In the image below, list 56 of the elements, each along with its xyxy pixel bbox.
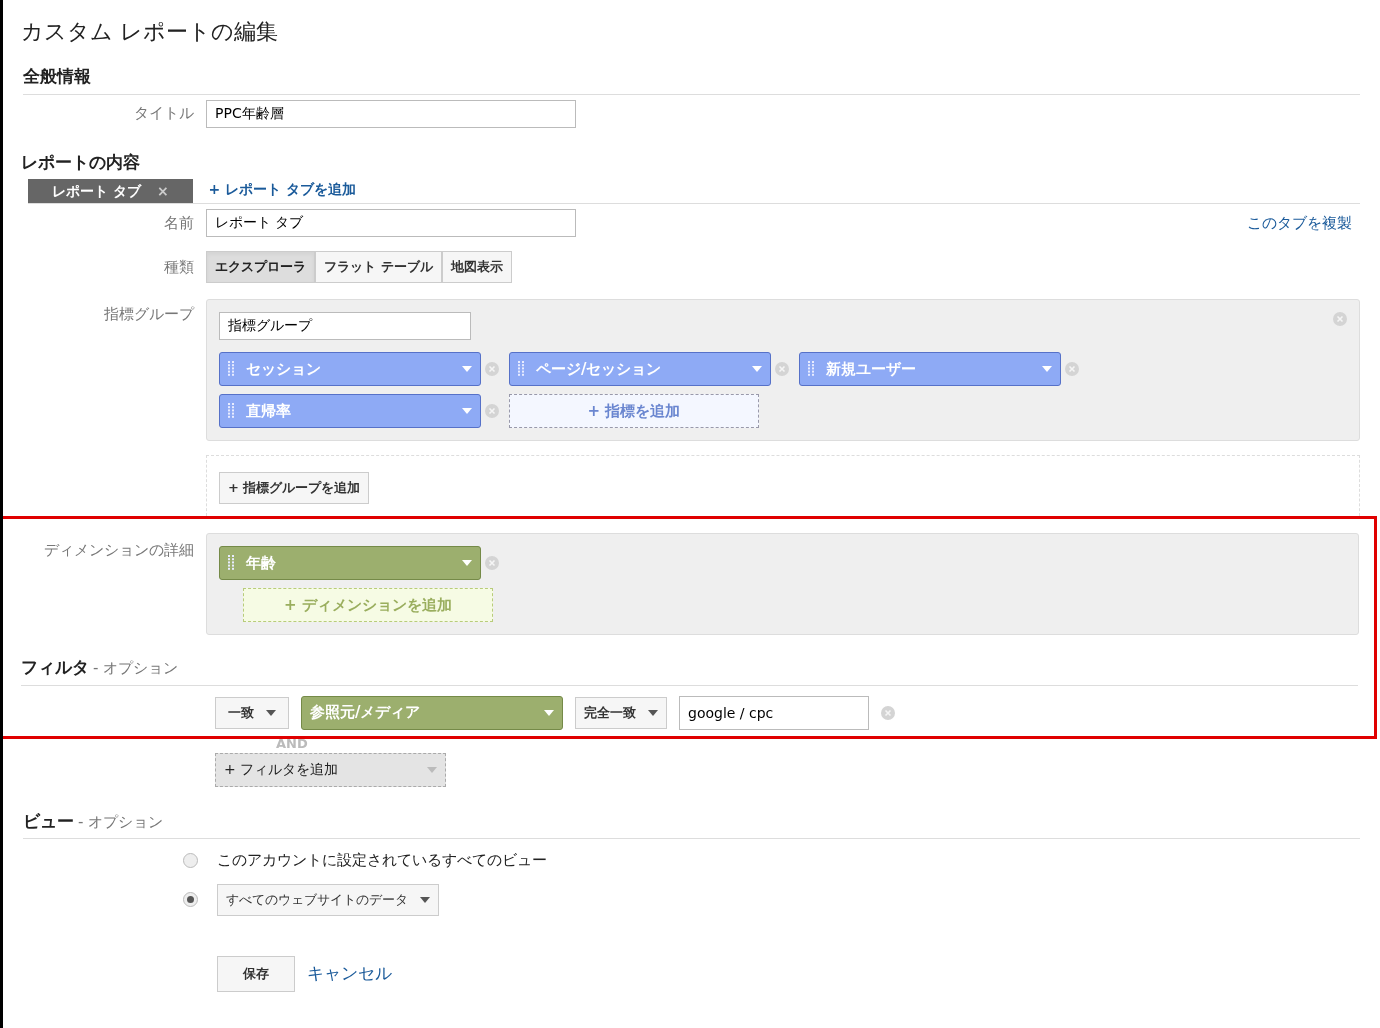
condition-dropdown[interactable]: 完全一致 <box>575 696 667 729</box>
remove-icon[interactable] <box>775 362 789 376</box>
caret-icon <box>462 408 472 414</box>
radio-button[interactable] <box>183 892 198 907</box>
report-type-tab[interactable]: エクスプローラ <box>206 251 315 283</box>
radio-button[interactable] <box>183 852 198 868</box>
and-label: AND <box>276 735 308 751</box>
save-button[interactable]: 保存 <box>217 955 295 992</box>
drag-handle-icon[interactable] <box>228 555 234 571</box>
field-label: 種類 <box>164 257 194 276</box>
view-dropdown[interactable]: すべてのウェブサイトのデータ <box>217 883 439 916</box>
section-heading: レポートの内容 <box>21 151 140 172</box>
caret-icon <box>427 766 437 773</box>
field-label: タイトル <box>134 104 194 123</box>
add-filter-dropdown[interactable]: + フィルタを追加 <box>215 752 446 787</box>
caret-icon <box>648 709 658 716</box>
section-heading-suffix: - オプション <box>78 811 164 833</box>
field-label: ディメンションの詳細 <box>44 541 194 559</box>
caret-icon <box>1042 366 1052 372</box>
radio-label: このアカウントに設定されているすべてのビュー <box>217 850 547 871</box>
add-tab-link[interactable]: + レポート タブを追加 <box>208 179 357 203</box>
drag-handle-icon[interactable] <box>518 361 524 377</box>
cancel-link[interactable]: キャンセル <box>307 960 392 987</box>
caret-icon <box>266 709 276 716</box>
match-dropdown[interactable]: 一致 <box>215 696 289 729</box>
report-type-tab[interactable]: 地図表示 <box>441 251 512 283</box>
tab-name-field[interactable]: レポート タブ <box>206 209 576 237</box>
section-heading: 全般情報 <box>23 65 91 88</box>
drag-handle-icon[interactable] <box>228 361 234 377</box>
report-tab[interactable]: レポート タブ × <box>28 179 193 203</box>
drag-handle-icon[interactable] <box>228 403 234 419</box>
add-metric-group-button[interactable]: + 指標グループを追加 <box>219 472 370 504</box>
caret-icon <box>462 366 472 372</box>
field-label: 名前 <box>164 213 194 232</box>
remove-icon[interactable] <box>485 404 499 418</box>
metric-group-name-field[interactable]: 指標グループ <box>219 312 471 340</box>
remove-icon[interactable] <box>881 705 895 720</box>
caret-icon <box>462 560 472 566</box>
caret-icon <box>544 709 554 716</box>
remove-icon[interactable] <box>1333 312 1347 326</box>
report-type-tab[interactable]: フラット テーブル <box>315 251 442 283</box>
filter-value-field[interactable]: google / cpc <box>679 695 869 730</box>
section-heading: フィルタ <box>21 656 89 679</box>
page-title: カスタム レポートの編集 <box>21 18 279 46</box>
caret-icon <box>752 366 762 372</box>
drag-handle-icon[interactable] <box>808 361 814 377</box>
caret-icon <box>420 896 430 903</box>
field-label: 指標グループ <box>104 305 194 323</box>
remove-icon[interactable] <box>1065 362 1079 376</box>
title-field[interactable]: PPC年齢層 <box>206 99 576 128</box>
section-heading: ビュー <box>23 809 74 833</box>
close-icon[interactable]: × <box>156 180 169 202</box>
duplicate-tab-link[interactable]: このタブを複製 <box>1247 211 1352 235</box>
section-heading-suffix: - オプション <box>93 658 179 679</box>
remove-icon[interactable] <box>485 362 499 376</box>
remove-icon[interactable] <box>485 556 499 570</box>
